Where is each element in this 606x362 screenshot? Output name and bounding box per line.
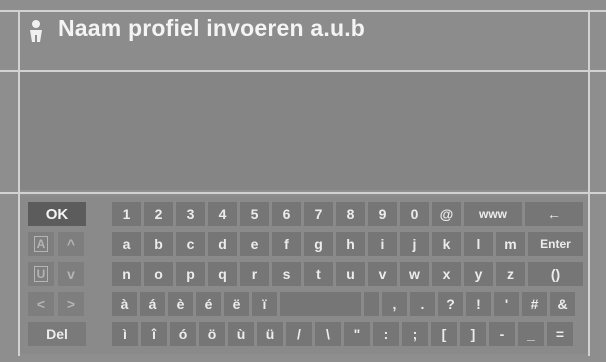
key-0-12[interactable]: ← [525,202,583,226]
key-1-3[interactable]: d [208,232,237,256]
key-3-8[interactable]: , [382,292,407,316]
key-3-13[interactable]: # [522,292,547,316]
screen: Naam profiel invoeren a.u.b OK A ^ Uv < > Del 1… [0,0,606,362]
right-arrow-key[interactable]: > [58,292,84,316]
key-2-7[interactable]: u [336,262,365,286]
key-0-3[interactable]: 4 [208,202,237,226]
frame-line-keyboard [0,192,606,194]
key-0-6[interactable]: 7 [304,202,333,226]
key-2-3[interactable]: q [208,262,237,286]
key-0-7[interactable]: 8 [336,202,365,226]
letter-mode-key[interactable]: A [28,232,54,256]
key-2-8[interactable]: v [368,262,397,286]
key-4-2[interactable]: ó [170,322,196,346]
key-1-2[interactable]: c [176,232,205,256]
key-2-13[interactable]: () [528,262,583,286]
key-3-12[interactable]: ' [494,292,519,316]
key-4-5[interactable]: ü [257,322,283,346]
key-2-0[interactable]: n [112,262,141,286]
key-0-0[interactable]: 1 [112,202,141,226]
key-1-11[interactable]: l [464,232,493,256]
letter-a-icon: A [33,236,49,252]
key-3-3[interactable]: é [196,292,221,316]
key-4-0[interactable]: ì [112,322,138,346]
shift-mode-key[interactable]: U [28,262,54,286]
key-2-12[interactable]: z [496,262,525,286]
key-4-6[interactable]: / [286,322,312,346]
key-2-6[interactable]: t [304,262,333,286]
key-3-11[interactable]: ! [466,292,491,316]
key-3-14[interactable]: & [550,292,575,316]
key-1-4[interactable]: e [240,232,269,256]
key-0-8[interactable]: 9 [368,202,397,226]
key-4-12[interactable]: ] [460,322,486,346]
key-4-14[interactable]: _ [518,322,544,346]
key-4-13[interactable]: - [489,322,515,346]
key-1-0[interactable]: a [112,232,141,256]
text-input-area[interactable] [20,72,588,190]
key-2-10[interactable]: x [432,262,461,286]
key-4-9[interactable]: : [373,322,399,346]
key-4-11[interactable]: [ [431,322,457,346]
frame-line-right [588,10,590,356]
key-4-4[interactable]: ù [228,322,254,346]
letter-u-icon: U [33,266,49,282]
up-arrow-key[interactable]: ^ [58,232,84,256]
key-1-7[interactable]: h [336,232,365,256]
page-title: Naam profiel invoeren a.u.b [58,15,366,41]
left-arrow-key[interactable]: < [28,292,54,316]
key-3-10[interactable]: ? [438,292,463,316]
key-1-5[interactable]: f [272,232,301,256]
key-2-9[interactable]: w [400,262,429,286]
key-0-11[interactable]: www [464,202,522,226]
key-3-4[interactable]: ë [224,292,249,316]
key-1-12[interactable]: m [496,232,525,256]
key-2-11[interactable]: y [464,262,493,286]
key-1-6[interactable]: g [304,232,333,256]
key-0-10[interactable]: @ [432,202,461,226]
key-0-2[interactable]: 3 [176,202,205,226]
key-2-4[interactable]: r [240,262,269,286]
key-4-8[interactable]: " [344,322,370,346]
key-1-1[interactable]: b [144,232,173,256]
key-1-13[interactable]: Enter [528,232,583,256]
key-2-1[interactable]: o [144,262,173,286]
key-1-10[interactable]: k [432,232,461,256]
key-4-3[interactable]: ö [199,322,225,346]
key-1-9[interactable]: j [400,232,429,256]
key-3-7[interactable] [364,292,379,316]
key-4-1[interactable]: î [141,322,167,346]
key-0-4[interactable]: 5 [240,202,269,226]
key-4-15[interactable]: = [547,322,573,346]
key-0-9[interactable]: 0 [400,202,429,226]
person-icon [30,20,42,42]
key-3-2[interactable]: è [168,292,193,316]
delete-key[interactable]: Del [28,322,86,346]
key-3-6[interactable] [280,292,361,316]
key-4-10[interactable]: ; [402,322,428,346]
key-0-5[interactable]: 6 [272,202,301,226]
key-3-0[interactable]: à [112,292,137,316]
key-3-5[interactable]: ï [252,292,277,316]
down-arrow-key[interactable]: v [58,262,84,286]
key-1-8[interactable]: i [368,232,397,256]
key-2-2[interactable]: p [176,262,205,286]
key-4-7[interactable]: \ [315,322,341,346]
key-2-5[interactable]: s [272,262,301,286]
key-0-1[interactable]: 2 [144,202,173,226]
ok-key[interactable]: OK [28,202,86,226]
key-3-1[interactable]: á [140,292,165,316]
key-3-9[interactable]: . [410,292,435,316]
